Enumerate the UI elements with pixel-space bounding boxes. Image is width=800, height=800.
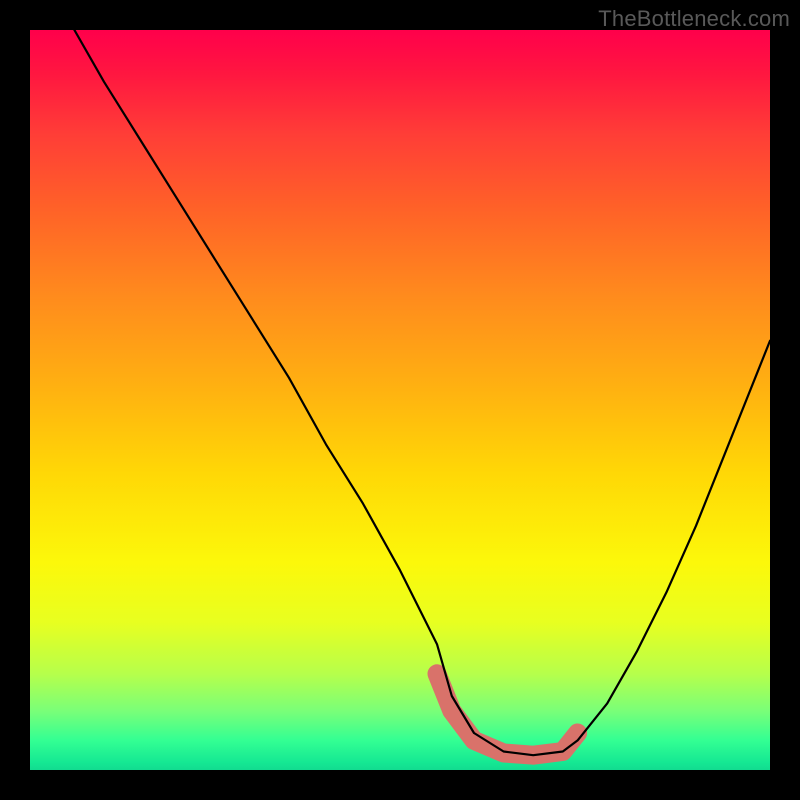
optimal-region-highlight [437, 674, 578, 755]
bottleneck-curve [74, 30, 770, 755]
curve-layer [30, 30, 770, 770]
chart-frame: TheBottleneck.com [0, 0, 800, 800]
plot-area [30, 30, 770, 770]
watermark-text: TheBottleneck.com [598, 6, 790, 32]
